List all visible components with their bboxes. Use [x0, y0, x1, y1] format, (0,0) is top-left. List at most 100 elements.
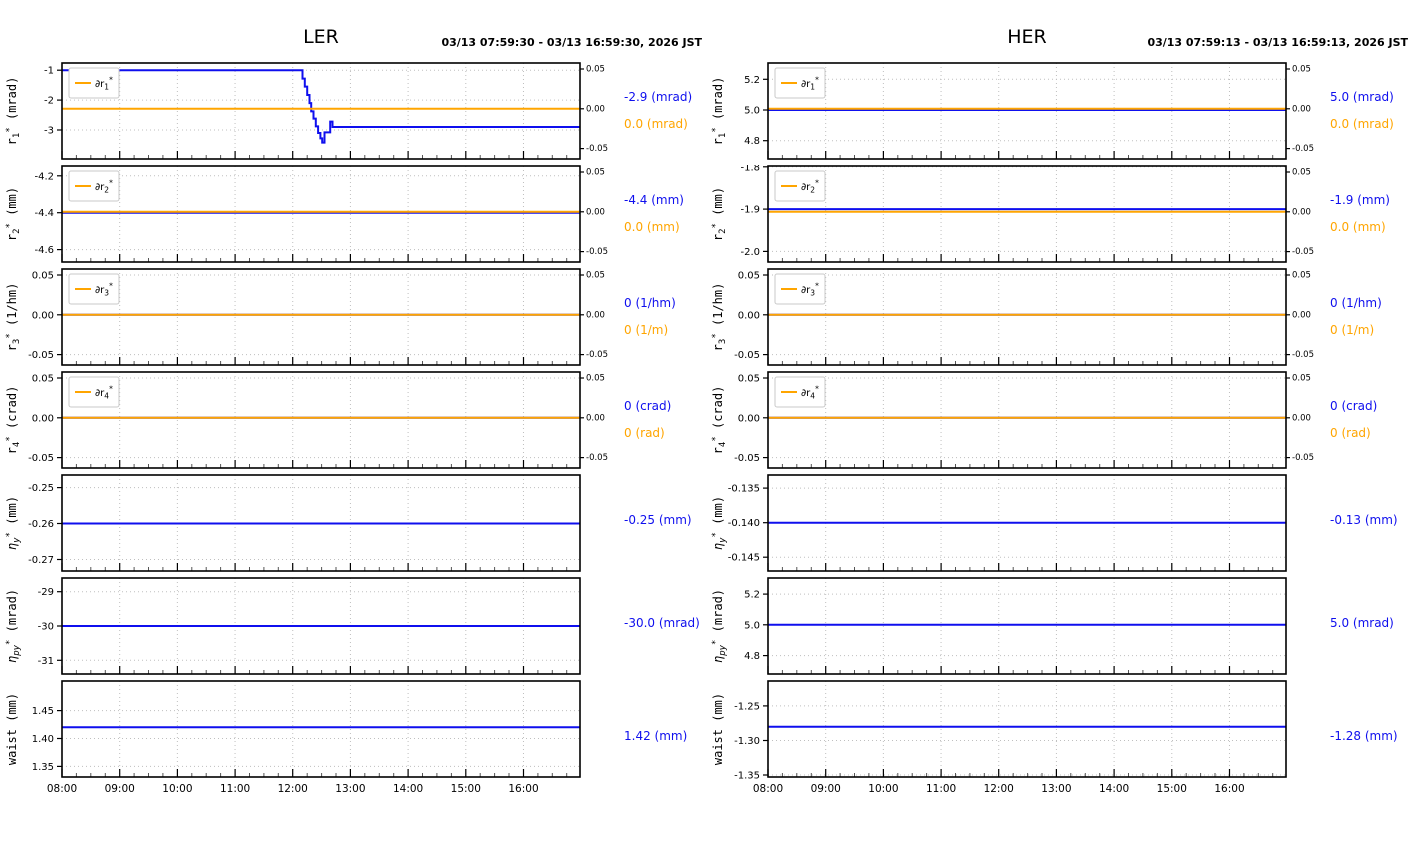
y-tick-label: -4.6 — [34, 245, 54, 256]
current-value-labels: -0.13 (mm) — [1326, 474, 1412, 572]
plot-canvas-r4: 0.050.00-0.050.050.00-0.05∂r4*r4* (crad) — [0, 371, 620, 469]
x-tick-label: 11:00 — [926, 783, 956, 795]
y-tick-label: 5.0 — [744, 620, 760, 631]
y-tick-label: -0.145 — [728, 553, 760, 564]
current-value-label: 0 (1/hm) — [1330, 296, 1382, 310]
plot-canvas-r2: -4.2-4.4-4.60.050.00-0.05∂r2*r2* (mm) — [0, 165, 620, 263]
y-tick-label: -3 — [44, 126, 54, 137]
legend: ∂r2* — [775, 171, 825, 201]
y-tick-label: -0.25 — [28, 483, 54, 494]
y-axis-label: r4* (crad) — [711, 386, 728, 455]
current-value-label: 0 (crad) — [624, 399, 671, 413]
y-tick-label: -0.135 — [728, 484, 760, 495]
legend: ∂r3* — [69, 274, 119, 304]
right-tick-label: -0.05 — [586, 144, 608, 154]
right-tick-label: 0.00 — [1292, 413, 1311, 423]
current-value-labels: 5.0 (mrad)0.0 (mrad) — [1326, 62, 1412, 160]
plot-row-r4: 0.050.00-0.050.050.00-0.05∂r4*r4* (crad)… — [706, 371, 1412, 469]
panel-plots: -1 -2 -3 0.05 0.00 -0.05 ∂r1* r1* (mrad) -2.9 (m… — [0, 62, 706, 802]
plot-canvas-r1: 5.25.04.80.050.00-0.05∂r1*r1* (mrad) — [706, 62, 1326, 160]
current-value-label: -0.25 (mm) — [624, 513, 692, 527]
plot-row-r2: -4.2-4.4-4.60.050.00-0.05∂r2*r2* (mm)-4.… — [0, 165, 706, 263]
panel-timerange: 03/13 07:59:13 - 03/13 16:59:13, 2026 JS… — [1147, 36, 1408, 49]
right-tick-label: -0.05 — [586, 247, 608, 257]
plot-row-r3: 0.050.00-0.050.050.00-0.05∂r3*r3* (1/hm)… — [706, 268, 1412, 366]
y-tick-label: -4.2 — [34, 171, 54, 182]
y-tick-label: 1.45 — [32, 706, 54, 717]
y-tick-label: -1.9 — [740, 205, 760, 216]
y-tick-label: -29 — [38, 587, 54, 598]
x-tick-label: 10:00 — [868, 783, 898, 795]
y-tick-label: 0.05 — [32, 374, 54, 385]
y-tick-label: 5.0 — [744, 106, 760, 117]
current-value-label: 0.0 (mrad) — [1330, 117, 1394, 131]
x-tick-label: 10:00 — [162, 783, 192, 795]
x-tick-label: 12:00 — [984, 783, 1014, 795]
y-tick-label: 0.00 — [32, 413, 54, 424]
y-axis-label: r1* (mrad) — [5, 77, 22, 146]
y-axis-label: ηy* (mm) — [711, 496, 728, 550]
y-tick-label: 0.00 — [738, 310, 760, 321]
current-value-labels: -0.25 (mm) — [620, 474, 706, 572]
plot-row-waist: 1.451.401.3508:0009:0010:0011:0012:0013:… — [0, 680, 706, 802]
plot-canvas-r1: -1-2-30.050.00-0.05∂r1*r1* (mrad) — [0, 62, 620, 160]
y-axis-label: waist (mm) — [5, 693, 19, 765]
plot-row-waist: -1.25-1.30-1.3508:0009:0010:0011:0012:00… — [706, 680, 1412, 802]
current-value-labels: -2.9 (mrad)0.0 (mrad) — [620, 62, 706, 160]
x-tick-label: 14:00 — [393, 783, 423, 795]
y-tick-label: 0.05 — [738, 271, 760, 282]
current-value-labels: 1.42 (mm) — [620, 680, 706, 802]
current-value-labels: 0 (crad)0 (rad) — [620, 371, 706, 469]
legend: ∂r1* — [775, 68, 825, 98]
y-axis-label: ηy* (mm) — [5, 496, 22, 550]
x-tick-label: 09:00 — [811, 783, 841, 795]
x-tick-label: 12:00 — [278, 783, 308, 795]
y-tick-label: -0.05 — [28, 453, 54, 464]
y-tick-label: -1.35 — [734, 771, 760, 782]
current-value-label: 0.0 (mm) — [624, 220, 680, 234]
right-tick-label: 0.00 — [586, 413, 605, 423]
y-tick-label: -2 — [44, 96, 54, 107]
plot-row-r1: -1-2-30.050.00-0.05∂r1*r1* (mrad)-2.9 (m… — [0, 62, 706, 160]
y-tick-label: -2.0 — [740, 247, 760, 258]
current-value-label: -1.9 (mm) — [1330, 193, 1390, 207]
legend: ∂r1* — [69, 68, 119, 98]
x-tick-label: 15:00 — [451, 783, 481, 795]
y-axis-label: r1* (mrad) — [711, 77, 728, 146]
y-axis-label: r4* (crad) — [5, 386, 22, 455]
right-tick-label: 0.00 — [1292, 207, 1311, 217]
right-tick-label: -0.05 — [1292, 453, 1314, 463]
right-tick-label: -0.05 — [1292, 144, 1314, 154]
right-tick-label: 0.05 — [586, 271, 605, 281]
current-value-label: 0 (crad) — [1330, 399, 1377, 413]
y-tick-label: -1.30 — [734, 736, 760, 747]
y-tick-label: -1.8 — [740, 165, 760, 173]
y-tick-label: 0.05 — [738, 374, 760, 385]
plot-canvas-etapy: 5.25.04.8ηpy* (mrad) — [706, 577, 1326, 675]
y-tick-label: -0.27 — [28, 555, 54, 566]
y-axis-label: r3* (1/hm) — [711, 283, 728, 352]
x-tick-label: 09:00 — [105, 783, 135, 795]
legend: ∂r2* — [69, 171, 119, 201]
legend: ∂r4* — [775, 377, 825, 407]
dashboard: LER 03/13 07:59:30 - 03/13 16:59:30, 202… — [0, 0, 1412, 807]
panel-timerange: 03/13 07:59:30 - 03/13 16:59:30, 2026 JS… — [441, 36, 702, 49]
right-tick-label: 0.05 — [1292, 374, 1311, 384]
plot-canvas-waist: -1.25-1.30-1.3508:0009:0010:0011:0012:00… — [706, 680, 1326, 802]
y-tick-label: 0.00 — [738, 413, 760, 424]
y-tick-label: -0.26 — [28, 519, 54, 530]
y-tick-label: -1 — [44, 66, 54, 77]
y-tick-label: 0.05 — [32, 271, 54, 282]
x-tick-label: 11:00 — [220, 783, 250, 795]
current-value-label: -30.0 (mrad) — [624, 616, 700, 630]
plot-row-etapy: -29-30-31ηpy* (mrad) -30.0 (mrad) — [0, 577, 706, 675]
x-tick-label: 16:00 — [1214, 783, 1244, 795]
plot-canvas-etapy: -29-30-31ηpy* (mrad) — [0, 577, 620, 675]
current-value-label: 1.42 (mm) — [624, 729, 687, 743]
plot-row-r3: 0.050.00-0.050.050.00-0.05∂r3*r3* (1/hm)… — [0, 268, 706, 366]
y-tick-label: -0.05 — [734, 350, 760, 361]
current-value-label: -0.13 (mm) — [1330, 513, 1398, 527]
right-tick-label: 0.05 — [1292, 168, 1311, 178]
y-tick-label: 5.2 — [744, 75, 760, 86]
right-tick-label: -0.05 — [586, 350, 608, 360]
